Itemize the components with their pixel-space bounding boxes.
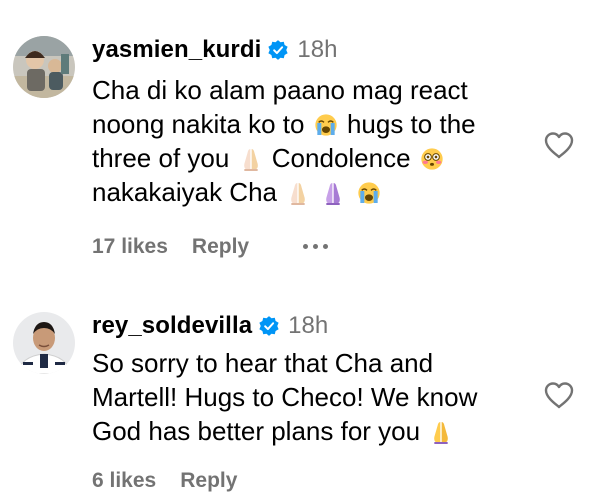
avatar-photo-icon xyxy=(13,312,75,374)
avatar-photo-icon xyxy=(13,36,75,98)
likes-count[interactable]: 17 likes xyxy=(92,235,168,259)
comment-line: noong nakita ko to hugs to the xyxy=(92,109,476,139)
dot xyxy=(323,244,328,249)
folded-hands-yellow-icon xyxy=(434,422,449,444)
heart-outline-icon[interactable] xyxy=(543,380,575,410)
avatar[interactable] xyxy=(13,36,75,98)
comment-line: So sorry to hear that Cha and xyxy=(92,348,434,378)
dot xyxy=(313,244,318,249)
comment: yasmien_kurdi 18h Cha di ko alam paano m… xyxy=(0,0,600,275)
comment: rey_soldevilla 18h So sorry to hear that… xyxy=(0,290,600,497)
verified-badge-icon xyxy=(268,40,289,60)
comment-line: Cha di ko alam paano mag react xyxy=(92,75,468,105)
folded-hands-light-icon xyxy=(326,183,341,205)
comment-line: Martell! Hugs to Checo! We know xyxy=(92,382,478,412)
comment-text: So sorry to hear that Cha and Martell! H… xyxy=(92,346,477,448)
timestamp: 18h xyxy=(297,36,338,63)
flushed-face-icon xyxy=(421,148,443,170)
reply-button[interactable]: Reply xyxy=(192,235,249,259)
reply-button[interactable]: Reply xyxy=(180,469,237,493)
comment-line: three of you Condolence xyxy=(92,141,476,175)
timestamp: 18h xyxy=(288,312,329,339)
loudly-crying-face-icon xyxy=(358,182,380,204)
dot xyxy=(303,244,308,249)
folded-hands-light-icon xyxy=(243,149,258,171)
more-options-icon[interactable] xyxy=(303,244,328,249)
heart-outline-icon[interactable] xyxy=(543,130,575,160)
folded-hands-light-icon xyxy=(291,183,306,205)
comment-line: nakakaiyak Cha xyxy=(92,175,476,209)
loudly-crying-face-icon xyxy=(315,114,337,136)
username[interactable]: yasmien_kurdi xyxy=(92,36,261,64)
username[interactable]: rey_soldevilla xyxy=(92,312,252,340)
verified-badge-icon xyxy=(259,316,279,336)
avatar[interactable] xyxy=(13,312,75,374)
likes-count[interactable]: 6 likes xyxy=(92,469,156,493)
comment-text: Cha di ko alam paano mag react noong nak… xyxy=(92,73,476,209)
comment-line: God has better plans for you xyxy=(92,414,477,448)
